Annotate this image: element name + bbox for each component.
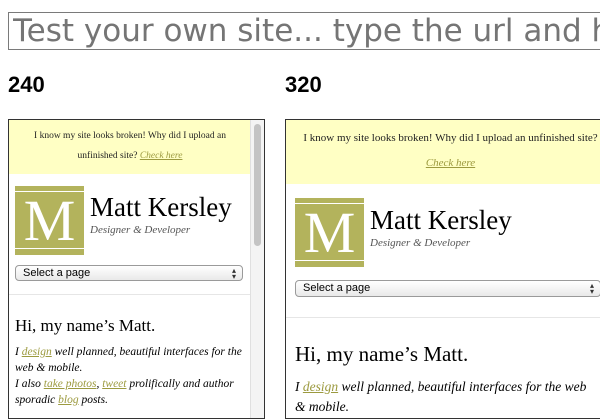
site-name: Matt Kersley (370, 205, 512, 235)
notice-link[interactable]: Check here (140, 151, 183, 161)
size-label-240: 240 (8, 72, 45, 97)
notice-banner: I know my site looks broken! Why did I u… (286, 120, 600, 184)
divider (286, 317, 600, 318)
select-arrows-icon: ▴ ▾ (231, 266, 236, 281)
intro-text: I design well planned, beautiful interfa… (295, 379, 587, 414)
design-link[interactable]: design (22, 346, 52, 358)
blog-link[interactable]: blog (58, 394, 78, 406)
page-select-value: Select a page (23, 267, 91, 279)
notice-link[interactable]: Check here (426, 157, 475, 169)
logo-letter: M (23, 188, 76, 253)
photos-link[interactable]: take photos (44, 378, 97, 390)
notice-banner: I know my site looks broken! Why did I u… (9, 120, 251, 174)
intro-heading: Hi, my name’s Matt. (295, 342, 469, 366)
logo[interactable]: M (295, 198, 364, 267)
divider (9, 294, 251, 295)
logo-letter: M (303, 200, 356, 265)
preview-frame-240[interactable]: I know my site looks broken! Why did I u… (8, 119, 265, 419)
site-tagline: Designer & Developer (90, 224, 191, 236)
tweet-link[interactable]: tweet (102, 378, 126, 390)
site-name: Matt Kersley (90, 192, 232, 222)
select-arrows-icon: ▴ ▾ (589, 281, 594, 296)
intro-heading: Hi, my name’s Matt. (15, 316, 156, 335)
site-tagline: Designer & Developer (370, 237, 471, 249)
notice-text: I know my site looks broken! Why did I u… (303, 132, 598, 144)
notice-text: I know my site looks broken! Why did I u… (34, 131, 226, 161)
scrollbar-thumb[interactable] (254, 124, 261, 246)
size-label-320: 320 (285, 72, 322, 97)
url-input[interactable] (8, 12, 600, 50)
frame-scrollbar[interactable] (250, 120, 264, 418)
design-link[interactable]: design (303, 379, 338, 394)
logo[interactable]: M (15, 186, 84, 255)
intro-text: I design well planned, beautiful interfa… (15, 346, 242, 406)
page-select[interactable]: Select a page ▴ ▾ (15, 265, 243, 281)
preview-frame-320[interactable]: I know my site looks broken! Why did I u… (285, 119, 600, 419)
page-select[interactable]: Select a page ▴ ▾ (295, 280, 600, 297)
page-select-value: Select a page (303, 282, 371, 294)
